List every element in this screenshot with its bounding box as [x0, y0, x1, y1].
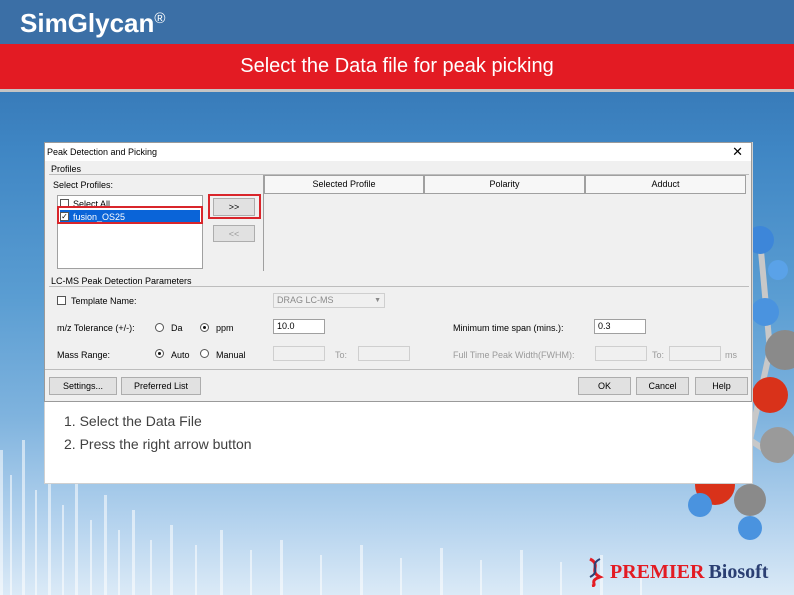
- lcms-group-label: LC-MS Peak Detection Parameters: [51, 276, 192, 286]
- peak-width-from-input[interactable]: [595, 346, 647, 361]
- peak-width-label: Full Time Peak Width(FWHM):: [453, 350, 575, 360]
- cancel-button[interactable]: Cancel: [636, 377, 689, 395]
- lcms-group-divider: [49, 286, 749, 287]
- ppm-radio[interactable]: [200, 323, 209, 332]
- mass-range-label: Mass Range:: [57, 350, 111, 360]
- instruction-step-2: 2. Press the right arrow button: [64, 436, 252, 452]
- dna-logo-icon: [589, 557, 604, 587]
- header-bar: SimGlycan®: [0, 0, 794, 44]
- mass-range-to-input[interactable]: [358, 346, 410, 361]
- ppm-label: ppm: [216, 323, 234, 333]
- footer-divider: [45, 369, 751, 370]
- tolerance-input[interactable]: 10.0: [273, 319, 325, 334]
- add-button-highlight-box: [208, 194, 261, 219]
- help-button[interactable]: Help: [695, 377, 748, 395]
- chevron-down-icon: ▼: [374, 297, 381, 304]
- brand-title: SimGlycan®: [20, 8, 166, 38]
- da-label: Da: [171, 323, 183, 333]
- peak-detection-dialog: Peak Detection and Picking ✕ Profiles Se…: [44, 142, 752, 402]
- column-header-selected-profile[interactable]: Selected Profile: [264, 175, 424, 194]
- logo-biosoft-text: Biosoft: [708, 560, 769, 583]
- instruction-step-1: 1. Select the Data File: [64, 413, 202, 429]
- manual-radio[interactable]: [200, 349, 209, 358]
- slide-title: Select the Data file for peak picking: [0, 44, 794, 92]
- logo-premier-text: PREMIER: [610, 560, 705, 583]
- template-checkbox[interactable]: [57, 296, 66, 305]
- peak-width-to-input[interactable]: [669, 346, 721, 361]
- mass-range-to-label: To:: [335, 350, 348, 360]
- ok-button[interactable]: OK: [578, 377, 631, 395]
- min-time-span-label: Minimum time span (mins.):: [453, 323, 564, 333]
- dialog-title: Peak Detection and Picking: [47, 147, 158, 157]
- profile-highlight-box: [57, 206, 203, 224]
- template-name-value: DRAG LC-MS: [277, 295, 334, 305]
- mass-range-from-input[interactable]: [273, 346, 325, 361]
- da-radio[interactable]: [155, 323, 164, 332]
- profiles-group-label: Profiles: [51, 164, 82, 174]
- template-name-select[interactable]: DRAG LC-MS ▼: [273, 293, 385, 308]
- auto-radio[interactable]: [155, 349, 164, 358]
- remove-profile-button[interactable]: <<: [213, 225, 255, 242]
- dialog-titlebar: Peak Detection and Picking ✕: [45, 143, 751, 161]
- peak-width-to-label: To:: [652, 350, 665, 360]
- ms-unit-label: ms: [725, 350, 737, 360]
- auto-label: Auto: [171, 350, 190, 360]
- manual-label: Manual: [216, 350, 246, 360]
- tolerance-label: m/z Tolerance (+/-):: [57, 323, 135, 333]
- settings-button[interactable]: Settings...: [49, 377, 117, 395]
- column-header-adduct[interactable]: Adduct: [585, 175, 746, 194]
- select-profiles-label: Select Profiles:: [53, 180, 114, 190]
- template-name-label: Template Name:: [71, 296, 137, 306]
- instructions: 1. Select the Data File 2. Press the rig…: [64, 410, 252, 456]
- column-header-polarity[interactable]: Polarity: [424, 175, 585, 194]
- premier-biosoft-logo: PREMIER Biosoft: [584, 555, 768, 589]
- min-time-span-input[interactable]: 0.3: [594, 319, 646, 334]
- selected-profiles-grid: Selected Profile Polarity Adduct: [263, 175, 751, 271]
- close-icon[interactable]: ✕: [732, 144, 743, 160]
- preferred-list-button[interactable]: Preferred List: [121, 377, 201, 395]
